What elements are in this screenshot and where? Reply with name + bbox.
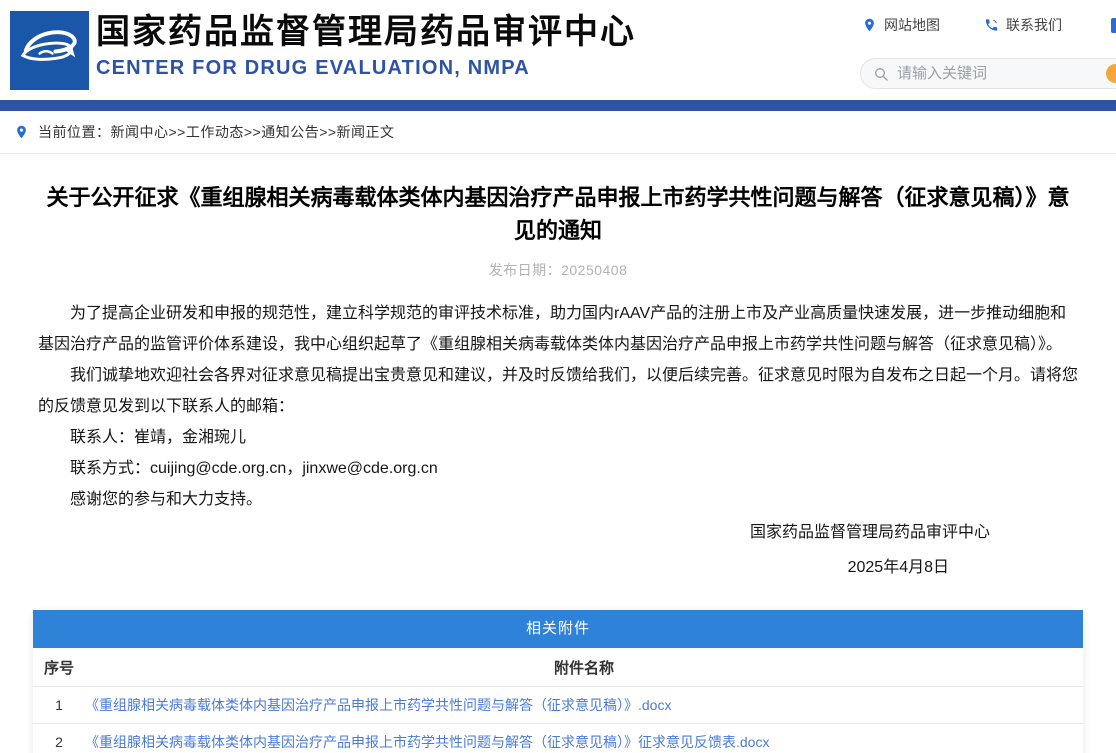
attachment-index: 1 bbox=[33, 697, 85, 713]
header-divider-band bbox=[0, 100, 1116, 111]
contact-names: 联系人：崔靖，金湘琬儿 bbox=[38, 422, 1078, 453]
paragraph: 我们诚挚地欢迎社会各界对征求意见稿提出宝贵意见和建议，并及时反馈给我们，以便后续… bbox=[38, 360, 1078, 422]
attachment-index: 2 bbox=[33, 734, 85, 750]
table-row: 2 《重组腺相关病毒载体类体内基因治疗产品申报上市药学共性问题与解答（征求意见稿… bbox=[33, 723, 1083, 753]
breadcrumb-text: 当前位置：新闻中心>>工作动态>>通知公告>>新闻正文 bbox=[38, 122, 395, 142]
signature-date: 2025年4月8日 bbox=[38, 552, 1078, 583]
table-row: 1 《重组腺相关病毒载体类体内基因治疗产品申报上市药学共性问题与解答（征求意见稿… bbox=[33, 686, 1083, 723]
contact-emails: 联系方式：cuijing@cde.org.cn，jinxwe@cde.org.c… bbox=[38, 453, 1078, 484]
nav-contact-label: 联系我们 bbox=[1006, 15, 1062, 35]
attachments-table: 相关附件 序号 附件名称 1 《重组腺相关病毒载体类体内基因治疗产品申报上市药学… bbox=[33, 610, 1083, 753]
article: 关于公开征求《重组腺相关病毒载体类体内基因治疗产品申报上市药学共性问题与解答（征… bbox=[0, 181, 1116, 583]
attachments-title: 相关附件 bbox=[33, 610, 1083, 648]
attachments-header-row: 序号 附件名称 bbox=[33, 648, 1083, 686]
search-icon bbox=[873, 66, 889, 82]
paragraph: 感谢您的参与和大力支持。 bbox=[38, 484, 1078, 515]
search-input[interactable] bbox=[897, 65, 1067, 82]
clipped-nav-item[interactable] bbox=[1111, 18, 1116, 33]
cde-logo[interactable] bbox=[10, 11, 89, 90]
publish-date: 发布日期：20250408 bbox=[38, 260, 1078, 280]
article-body: 为了提高企业研发和申报的规范性，建立科学规范的审评技术标准，助力国内rAAV产品… bbox=[38, 298, 1078, 515]
site-header: 国家药品监督管理局药品审评中心 CENTER FOR DRUG EVALUATI… bbox=[0, 0, 1116, 100]
swan-logo-icon bbox=[10, 11, 89, 90]
attachment-link-2[interactable]: 《重组腺相关病毒载体类体内基因治疗产品申报上市药学共性问题与解答（征求意见稿）》… bbox=[85, 734, 769, 750]
site-title-zh: 国家药品监督管理局药品审评中心 bbox=[96, 12, 636, 52]
nav-sitemap-label: 网站地图 bbox=[884, 15, 940, 35]
nav-contact[interactable]: 联系我们 bbox=[984, 15, 1062, 35]
phone-icon bbox=[984, 17, 999, 33]
breadcrumb: 当前位置：新闻中心>>工作动态>>通知公告>>新闻正文 bbox=[0, 111, 1116, 154]
location-pin-icon bbox=[14, 123, 29, 141]
signature-org: 国家药品监督管理局药品审评中心 bbox=[38, 517, 1078, 548]
column-header-index: 序号 bbox=[33, 657, 85, 678]
column-header-name: 附件名称 bbox=[85, 657, 1083, 678]
paragraph: 为了提高企业研发和申报的规范性，建立科学规范的审评技术标准，助力国内rAAV产品… bbox=[38, 298, 1078, 360]
attachment-link-1[interactable]: 《重组腺相关病毒载体类体内基因治疗产品申报上市药学共性问题与解答（征求意见稿）》… bbox=[85, 697, 671, 713]
site-title-en: CENTER FOR DRUG EVALUATION, NMPA bbox=[96, 57, 636, 80]
location-pin-icon bbox=[862, 17, 877, 33]
page-title: 关于公开征求《重组腺相关病毒载体类体内基因治疗产品申报上市药学共性问题与解答（征… bbox=[38, 181, 1078, 247]
top-nav: 网站地图 联系我们 bbox=[862, 15, 1062, 35]
search-bar bbox=[860, 58, 1116, 89]
nav-sitemap[interactable]: 网站地图 bbox=[862, 15, 940, 35]
